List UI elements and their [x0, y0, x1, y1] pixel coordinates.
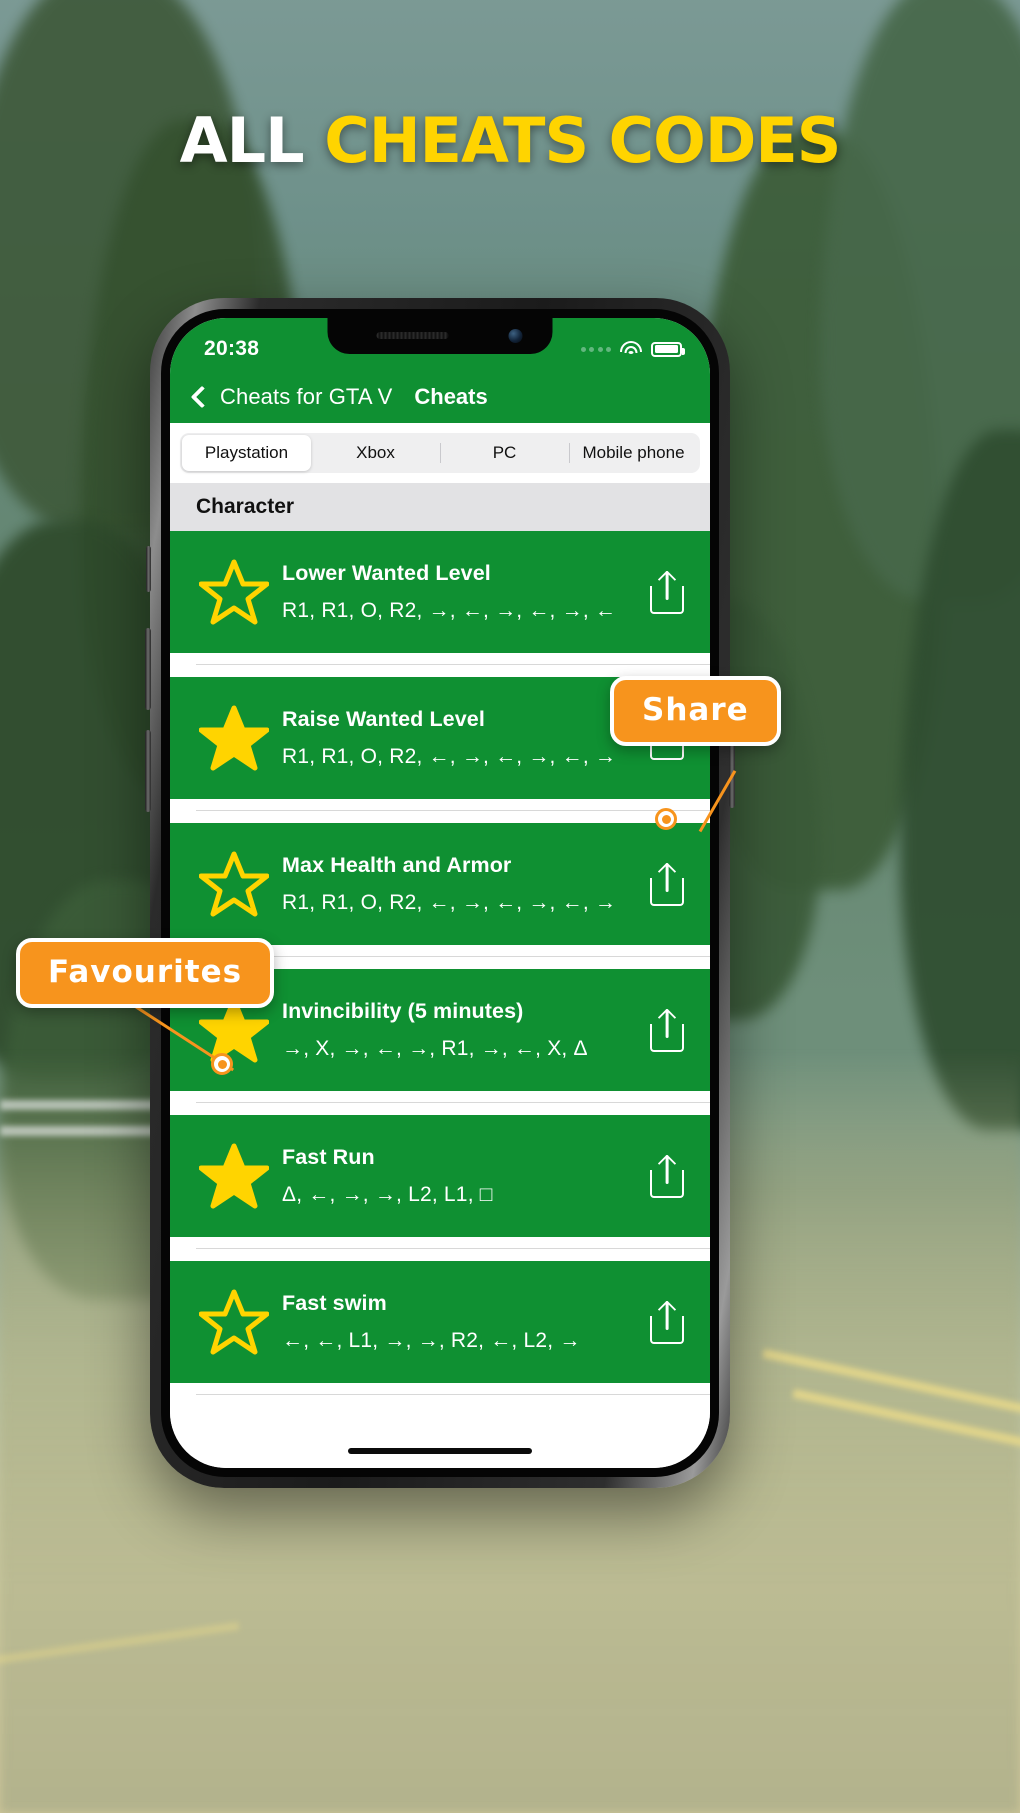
cheat-code: R1, R1, O, R2, →, ←, →, ←, →, ←	[282, 599, 617, 622]
headline-white: ALL	[179, 104, 325, 177]
segmented-control-container: Playstation Xbox PC Mobile phone	[170, 423, 710, 483]
callout-share: Share	[610, 676, 781, 746]
cheat-title: Invincibility (5 minutes)	[282, 999, 524, 1023]
status-clock: 20:38	[204, 337, 260, 360]
star-icon[interactable]	[199, 1142, 269, 1210]
headline-yellow: CHEATS CODES	[324, 104, 841, 177]
cheat-code: Δ, ←, →, →, L2, L1, □	[282, 1183, 493, 1206]
page-title: ALL CHEATS CODES	[0, 104, 1020, 177]
navigation-bar: Cheats for GTA V Cheats	[170, 370, 710, 423]
signal-dots-icon	[580, 346, 611, 352]
tab-xbox[interactable]: Xbox	[311, 435, 440, 471]
share-button[interactable]	[624, 862, 710, 906]
tab-playstation[interactable]: Playstation	[182, 435, 311, 471]
favourite-toggle[interactable]	[192, 704, 276, 772]
share-button[interactable]	[624, 1008, 710, 1052]
cheat-info: Lower Wanted Level R1, R1, O, R2, →, ←, →…	[276, 561, 624, 623]
share-button[interactable]	[624, 1300, 710, 1344]
cheat-code: R1, R1, O, R2, ←, →, ←, →, ←, →	[282, 745, 617, 768]
phone-bezel: 20:38 Cheats for GTA V Cheats Playstatio…	[161, 309, 719, 1477]
star-icon[interactable]	[199, 704, 269, 772]
row-separator	[170, 1383, 710, 1407]
callout-favourites: Favourites	[16, 938, 275, 1008]
star-icon[interactable]	[199, 1288, 269, 1356]
cheat-code: ←, ←, L1, →, →, R2, ←, L2, →	[282, 1329, 581, 1352]
tab-mobile-phone[interactable]: Mobile phone	[569, 435, 698, 471]
cheat-row[interactable]: Fast swim ←, ←, L1, →, →, R2, ←, L2, →	[170, 1261, 710, 1383]
star-icon[interactable]	[199, 558, 269, 626]
battery-icon	[651, 341, 685, 357]
cheat-info: Raise Wanted Level R1, R1, O, R2, ←, →, ←…	[276, 707, 624, 769]
row-separator	[170, 799, 710, 823]
share-icon[interactable]	[650, 862, 684, 906]
row-separator	[170, 653, 710, 677]
share-icon[interactable]	[650, 1300, 684, 1344]
earpiece-speaker	[376, 332, 448, 339]
mute-switch[interactable]	[146, 546, 151, 592]
cheat-code: →, X, →, ←, →, R1, →, ←, X, Δ	[282, 1037, 588, 1060]
home-indicator[interactable]	[348, 1448, 532, 1454]
cheat-title: Fast swim	[282, 1291, 387, 1315]
cheat-row[interactable]: Lower Wanted Level R1, R1, O, R2, →, ←, →…	[170, 531, 710, 653]
cheat-code: R1, R1, O, R2, ←, →, ←, →, ←, →	[282, 891, 617, 914]
favourite-toggle[interactable]	[192, 558, 276, 626]
favourite-toggle[interactable]	[192, 850, 276, 918]
volume-up-button[interactable]	[145, 628, 151, 710]
cheat-row[interactable]: Max Health and Armor R1, R1, O, R2, ←, →,…	[170, 823, 710, 945]
row-separator	[170, 1237, 710, 1261]
cheat-row[interactable]: Fast Run Δ, ←, →, →, L2, L1, □	[170, 1115, 710, 1237]
callout-share-label: Share	[642, 692, 749, 728]
cheat-title: Max Health and Armor	[282, 853, 512, 877]
callout-dot-favourites	[211, 1053, 233, 1075]
favourite-toggle[interactable]	[192, 1288, 276, 1356]
share-icon[interactable]	[650, 1154, 684, 1198]
section-header-character: Character	[170, 483, 710, 531]
phone-screen: 20:38 Cheats for GTA V Cheats Playstatio…	[170, 318, 710, 1468]
platform-segmented-control[interactable]: Playstation Xbox PC Mobile phone	[180, 433, 700, 473]
cheat-title: Fast Run	[282, 1145, 375, 1169]
cheat-title: Lower Wanted Level	[282, 561, 491, 585]
cheat-title: Raise Wanted Level	[282, 707, 485, 731]
front-camera	[508, 329, 523, 343]
star-icon[interactable]	[199, 850, 269, 918]
phone-mockup: 20:38 Cheats for GTA V Cheats Playstatio…	[145, 298, 735, 1488]
row-separator	[170, 1091, 710, 1115]
notch	[327, 318, 553, 354]
cheat-info: Fast swim ←, ←, L1, →, →, R2, ←, L2, →	[276, 1291, 624, 1353]
nav-title: Cheats	[414, 383, 488, 409]
chevron-left-icon[interactable]	[190, 385, 214, 408]
share-button[interactable]	[624, 1154, 710, 1198]
share-icon[interactable]	[650, 1008, 684, 1052]
favourite-toggle[interactable]	[192, 1142, 276, 1210]
callout-favourites-label: Favourites	[48, 954, 243, 990]
cheat-info: Fast Run Δ, ←, →, →, L2, L1, □	[276, 1145, 624, 1207]
cheat-info: Max Health and Armor R1, R1, O, R2, ←, →,…	[276, 853, 624, 915]
tab-pc[interactable]: PC	[440, 435, 569, 471]
wifi-icon	[620, 341, 642, 357]
back-button-label[interactable]: Cheats for GTA V	[220, 384, 392, 410]
callout-dot-share	[655, 808, 677, 830]
volume-down-button[interactable]	[145, 730, 151, 812]
share-icon[interactable]	[650, 570, 684, 614]
share-button[interactable]	[624, 570, 710, 614]
cheat-info: Invincibility (5 minutes) →, X, →, ←, →, …	[276, 999, 624, 1061]
